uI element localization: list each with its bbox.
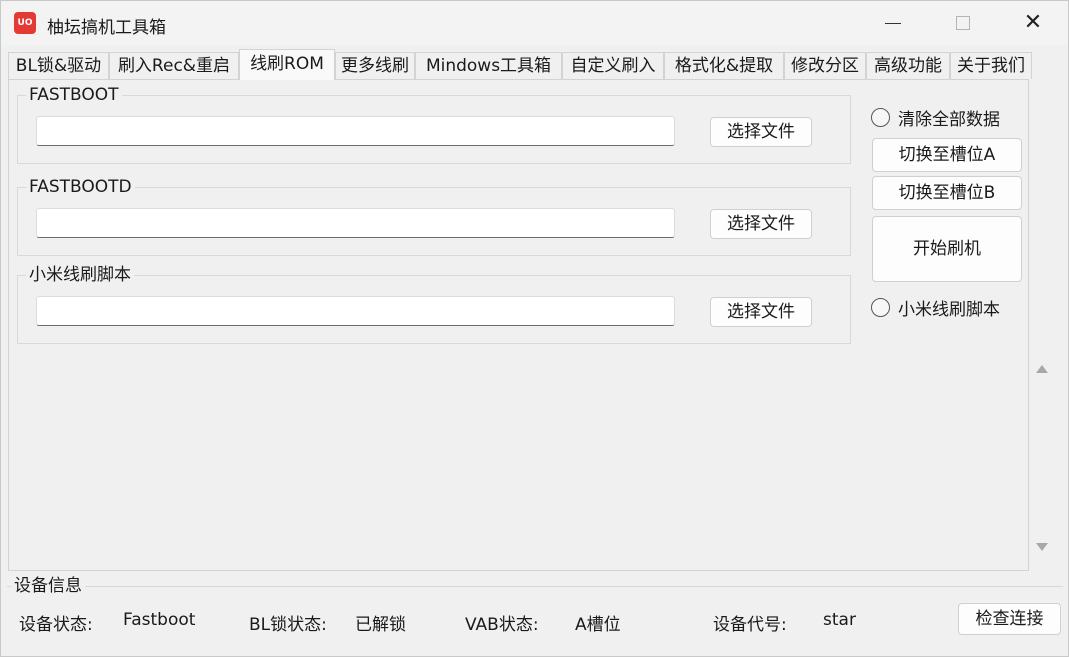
tab-advanced[interactable]: 高级功能 — [866, 52, 950, 79]
fastboot-group-label: FASTBOOT — [26, 85, 122, 105]
tab-more-line-flash[interactable]: 更多线刷 — [335, 52, 415, 79]
mi-script-path-input[interactable] — [36, 296, 675, 326]
close-icon: ✕ — [1023, 10, 1043, 35]
minimize-button[interactable] — [858, 1, 928, 45]
app-logo-icon: UO — [14, 12, 36, 34]
bl-lock-status-value: 已解锁 — [355, 615, 406, 635]
fastboot-choose-file-button[interactable]: 选择文件 — [710, 117, 812, 147]
scroll-up-arrow-icon[interactable] — [1036, 365, 1048, 373]
scroll-down-arrow-icon[interactable] — [1036, 543, 1048, 551]
app-window: UO 柚坛搞机工具箱 ✕ BL锁&驱动 刷入Rec&重启 线刷ROM 更多线刷 … — [0, 0, 1069, 657]
tab-bl-lock-driver[interactable]: BL锁&驱动 — [8, 52, 109, 79]
device-status-value: Fastboot — [123, 610, 196, 630]
fastbootd-path-input[interactable] — [36, 208, 675, 238]
device-info-title: 设备信息 — [11, 576, 85, 596]
mi-script-group-label: 小米线刷脚本 — [26, 265, 134, 285]
tab-about-us[interactable]: 关于我们 — [950, 52, 1032, 79]
tab-mindows-toolbox[interactable]: Mindows工具箱 — [415, 52, 562, 79]
fastboot-group: FASTBOOT 选择文件 — [17, 85, 851, 164]
device-codename-label: 设备代号: — [713, 615, 787, 635]
switch-slot-a-button[interactable]: 切换至槽位A — [872, 138, 1022, 172]
close-button[interactable]: ✕ — [998, 1, 1068, 45]
window-title: 柚坛搞机工具箱 — [47, 18, 166, 38]
fastbootd-choose-file-button[interactable]: 选择文件 — [710, 209, 812, 239]
mi-script-radio[interactable]: 小米线刷脚本 — [871, 295, 1000, 320]
radio-unchecked-icon — [871, 108, 890, 127]
minimize-icon — [885, 22, 901, 24]
mi-script-radio-label: 小米线刷脚本 — [898, 300, 1000, 320]
device-codename-value: star — [823, 610, 856, 630]
vab-status-label: VAB状态: — [465, 615, 539, 635]
mi-script-choose-file-button[interactable]: 选择文件 — [710, 297, 812, 327]
start-flash-button[interactable]: 开始刷机 — [872, 216, 1022, 282]
wipe-all-data-radio[interactable]: 清除全部数据 — [871, 105, 1000, 130]
tab-modify-partition[interactable]: 修改分区 — [784, 52, 866, 79]
vab-status-value: A槽位 — [575, 615, 621, 635]
maximize-icon — [956, 16, 970, 30]
fastboot-path-input[interactable] — [36, 116, 675, 146]
fastbootd-group: FASTBOOTD 选择文件 — [17, 177, 851, 256]
wipe-all-data-label: 清除全部数据 — [898, 110, 1000, 130]
maximize-button[interactable] — [928, 1, 998, 45]
switch-slot-b-button[interactable]: 切换至槽位B — [872, 176, 1022, 210]
title-bar: UO 柚坛搞机工具箱 ✕ — [1, 1, 1068, 45]
device-status-label: 设备状态: — [19, 615, 93, 635]
check-connection-button[interactable]: 检查连接 — [958, 603, 1061, 635]
device-info-group: 设备信息 设备状态: Fastboot BL锁状态: 已解锁 VAB状态: A槽… — [7, 576, 1063, 652]
bl-lock-status-label: BL锁状态: — [249, 615, 327, 635]
tab-custom-flash[interactable]: 自定义刷入 — [562, 52, 664, 79]
tab-line-flash-rom[interactable]: 线刷ROM — [239, 49, 335, 80]
tab-format-extract[interactable]: 格式化&提取 — [664, 52, 784, 79]
vertical-scrollbar[interactable] — [1029, 351, 1055, 561]
mi-script-group: 小米线刷脚本 选择文件 — [17, 265, 851, 344]
fastbootd-group-label: FASTBOOTD — [26, 177, 135, 197]
radio-unchecked-icon — [871, 298, 890, 317]
tab-flash-rec-reboot[interactable]: 刷入Rec&重启 — [109, 52, 239, 79]
